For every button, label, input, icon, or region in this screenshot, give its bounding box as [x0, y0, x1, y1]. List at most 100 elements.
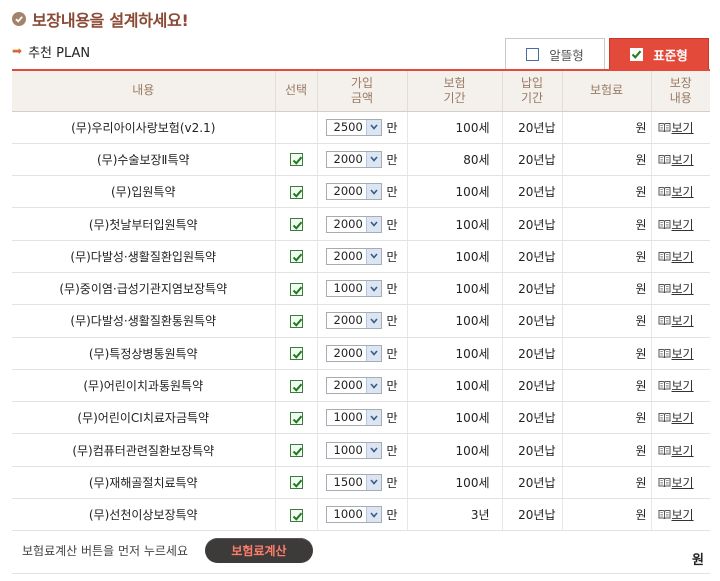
checkbox-checked-icon — [630, 47, 644, 61]
col-header-amount: 가입 금액 — [317, 71, 408, 112]
footer-bar: 보험료계산 버튼을 먼저 누르세요 보험료계산 원 — [12, 530, 710, 574]
view-coverage-link[interactable]: 보기 — [658, 442, 694, 459]
book-icon — [658, 445, 670, 455]
amount-select[interactable]: 2000 — [325, 344, 382, 362]
view-label: 보기 — [671, 475, 694, 490]
amount-cell: 1000 만 — [317, 498, 408, 532]
view-coverage-link[interactable]: 보기 — [658, 345, 694, 362]
amount-select[interactable]: 2000 — [325, 183, 382, 201]
table-row: (무)우리아이사랑보험(v2.1) 2500 만 100세 20년납 원 보기 — [12, 111, 710, 144]
amount-cell: 1000 만 — [317, 401, 408, 435]
view-label: 보기 — [671, 346, 694, 361]
payment-term: 20년납 — [502, 207, 563, 241]
view-coverage-link[interactable]: 보기 — [658, 151, 694, 168]
book-icon — [658, 154, 670, 164]
view-coverage-link[interactable]: 보기 — [658, 474, 694, 491]
view-coverage-link[interactable]: 보기 — [658, 312, 694, 329]
view-coverage-link[interactable]: 보기 — [658, 280, 694, 297]
coverage-name: (무)컴퓨터관련질환보장특약 — [12, 433, 276, 467]
amount-unit: 만 — [386, 475, 398, 490]
chevron-down-icon[interactable] — [365, 345, 381, 361]
insurance-term: 100세 — [407, 369, 503, 403]
chevron-down-icon[interactable] — [365, 119, 381, 135]
amount-select[interactable]: 2000 — [325, 247, 382, 265]
chevron-down-icon[interactable] — [365, 474, 381, 490]
view-coverage-link[interactable]: 보기 — [658, 377, 694, 394]
calculate-premium-button[interactable]: 보험료계산 — [205, 538, 313, 563]
select-cell — [275, 337, 318, 370]
section-title: 추천 PLAN — [28, 45, 91, 61]
amount-value: 1000 — [333, 281, 363, 296]
row-select-checkbox[interactable] — [289, 411, 303, 425]
view-cell: 보기 — [651, 240, 710, 273]
row-select-checkbox[interactable] — [289, 153, 303, 167]
chevron-down-icon[interactable] — [365, 184, 381, 200]
amount-select[interactable]: 2000 — [325, 215, 382, 233]
amount-select[interactable]: 1000 — [325, 280, 382, 298]
insurance-term: 100세 — [407, 401, 503, 435]
tab-basic-plan[interactable]: 알뜰형 — [505, 38, 605, 69]
view-coverage-link[interactable]: 보기 — [658, 409, 694, 426]
calc-instruction: 보험료계산 버튼을 먼저 누르세요 — [22, 544, 189, 558]
row-select-checkbox[interactable] — [289, 218, 303, 232]
view-cell: 보기 — [651, 337, 710, 370]
select-cell — [275, 240, 318, 273]
view-label: 보기 — [671, 249, 694, 264]
amount-select[interactable]: 2000 — [325, 312, 382, 330]
chevron-down-icon[interactable] — [365, 442, 381, 458]
select-cell — [275, 175, 318, 209]
amount-value: 2000 — [333, 378, 363, 393]
chevron-down-icon[interactable] — [365, 507, 381, 523]
row-select-checkbox[interactable] — [289, 185, 303, 199]
chevron-down-icon[interactable] — [365, 151, 381, 167]
amount-cell: 1000 만 — [317, 433, 408, 467]
payment-term: 20년납 — [502, 369, 563, 403]
row-select-checkbox[interactable] — [289, 379, 303, 393]
insurance-term: 100세 — [407, 304, 503, 338]
select-cell — [275, 433, 318, 467]
premium-value: 원 — [562, 111, 652, 144]
chevron-down-icon[interactable] — [365, 410, 381, 426]
row-select-checkbox[interactable] — [289, 250, 303, 264]
view-coverage-link[interactable]: 보기 — [658, 216, 694, 233]
view-label: 보기 — [671, 508, 694, 523]
view-coverage-link[interactable]: 보기 — [658, 248, 694, 265]
col-header-select: 선택 — [275, 71, 318, 112]
amount-value: 2000 — [333, 216, 363, 231]
view-cell: 보기 — [651, 304, 710, 338]
view-coverage-link[interactable]: 보기 — [658, 119, 694, 136]
amount-select[interactable]: 1000 — [325, 409, 382, 427]
chevron-down-icon[interactable] — [365, 313, 381, 329]
table-row: (무)어린이CI치료자금특약 1000 만 100세 20년납 원 보기 — [12, 401, 710, 435]
row-select-checkbox[interactable] — [289, 476, 303, 490]
tab-standard-plan[interactable]: 표준형 — [609, 38, 709, 69]
premium-value: 원 — [562, 304, 652, 338]
amount-select[interactable]: 2500 — [325, 118, 382, 136]
amount-select[interactable]: 1000 — [325, 441, 382, 459]
row-select-checkbox[interactable] — [289, 444, 303, 458]
amount-select[interactable]: 1000 — [325, 506, 382, 524]
row-select-checkbox[interactable] — [289, 508, 303, 522]
col-header-coverage: 보장 내용 — [651, 71, 710, 112]
premium-value: 원 — [562, 272, 652, 306]
insurance-term: 100세 — [407, 240, 503, 273]
row-select-checkbox[interactable] — [289, 347, 303, 361]
amount-cell: 2000 만 — [317, 175, 408, 209]
coverage-table: 내용 선택 가입 금액 보험 기간 납입 기간 보험료 보장 내용 (무)우리아이사랑보… — [12, 71, 710, 532]
amount-select[interactable]: 1500 — [325, 473, 382, 491]
table-row: (무)수술보장Ⅱ특약 2000 만 80세 20년납 원 보기 — [12, 143, 710, 177]
view-coverage-link[interactable]: 보기 — [658, 506, 694, 523]
row-select-checkbox[interactable] — [289, 314, 303, 328]
chevron-down-icon[interactable] — [365, 248, 381, 264]
book-icon — [658, 348, 670, 358]
row-select-checkbox[interactable] — [289, 282, 303, 296]
chevron-down-icon[interactable] — [365, 281, 381, 297]
amount-select[interactable]: 2000 — [325, 377, 382, 395]
amount-cell: 2000 만 — [317, 337, 408, 370]
chevron-down-icon[interactable] — [365, 378, 381, 394]
chevron-down-icon[interactable] — [365, 216, 381, 232]
amount-select[interactable]: 2000 — [325, 150, 382, 168]
view-coverage-link[interactable]: 보기 — [658, 183, 694, 200]
table-row: (무)어린이치과통원특약 2000 만 100세 20년납 원 보기 — [12, 369, 710, 403]
table-row: (무)재해골절치료특약 1500 만 100세 20년납 원 보기 — [12, 466, 710, 500]
